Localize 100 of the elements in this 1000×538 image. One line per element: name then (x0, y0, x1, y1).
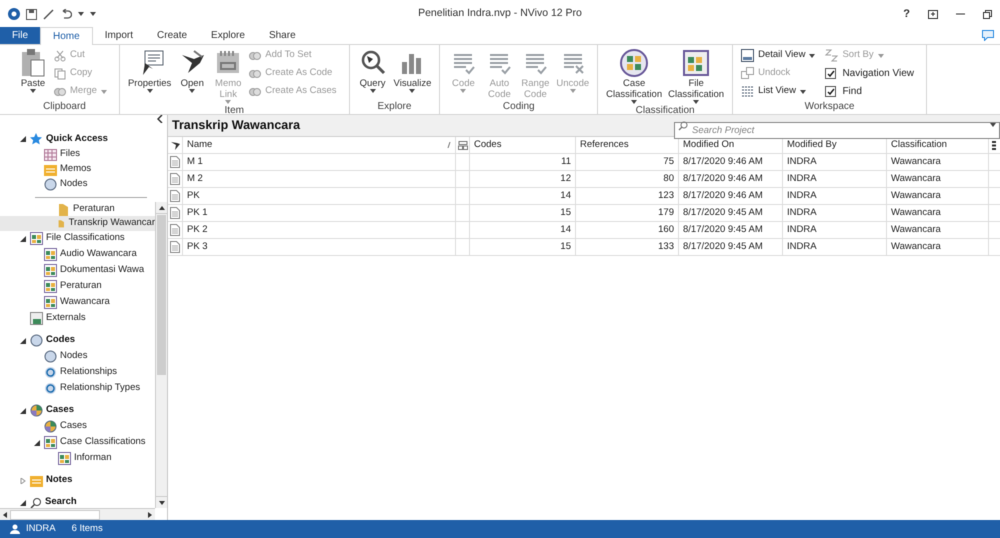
tree-item[interactable]: Relationships (60, 365, 118, 380)
ribbon-tab[interactable]: Share (256, 27, 308, 44)
scroll-down-icon[interactable] (158, 500, 164, 504)
ribbon-button[interactable]: List View (741, 84, 816, 99)
collapse-pane-icon[interactable] (157, 115, 163, 123)
ribbon-tab[interactable]: Import (92, 27, 146, 44)
table-row[interactable]: PK 14 123 8/17/2020 9:46 AM INDRA Wawancara (168, 188, 1000, 205)
table-cell: 14 (470, 222, 576, 238)
sort-indicator-icon (447, 142, 451, 148)
table-row[interactable]: PK 3 15 133 8/17/2020 9:45 AM INDRA Wawancara (168, 239, 1000, 256)
table-cell: INDRA (783, 154, 887, 170)
caret-icon (570, 89, 576, 93)
ribbon-button[interactable]: Paste (18, 48, 48, 100)
collapse-icon[interactable] (20, 338, 26, 344)
content-title: Transkrip Wawancara (172, 117, 302, 134)
window-title: Penelitian Indra.nvp - NVivo 12 Pro (417, 6, 583, 22)
column-header[interactable]: Classification (887, 137, 989, 153)
table-cell: Wawancara (887, 222, 989, 238)
column-header[interactable]: Modified On (679, 137, 783, 153)
ribbon-button[interactable]: Detail View (741, 48, 816, 63)
tree-item[interactable]: Cases (46, 403, 74, 418)
collapse-icon[interactable] (20, 236, 26, 242)
column-header[interactable]: Name (183, 137, 456, 153)
horizontal-scrollbar[interactable] (0, 508, 155, 520)
column-chooser-icon[interactable] (992, 140, 996, 150)
tree-item[interactable]: Search (45, 495, 77, 508)
ribbon-button[interactable]: Properties (128, 48, 172, 104)
comment-icon[interactable] (982, 30, 994, 41)
caret-icon (409, 89, 416, 93)
tree-item[interactable]: Memos (60, 162, 92, 177)
check-icon (826, 88, 835, 96)
tree-item[interactable]: Nodes (60, 349, 88, 364)
grid-icon (44, 280, 57, 293)
minimize-icon[interactable] (956, 13, 965, 15)
externals-icon (30, 312, 43, 325)
collapse-icon[interactable] (20, 500, 26, 506)
tree-item[interactable]: File Classifications (46, 231, 125, 246)
ribbon-tab[interactable]: Home (40, 27, 93, 45)
table-cell: 8/17/2020 9:45 AM (679, 239, 783, 255)
checkbox[interactable] (825, 86, 836, 97)
tree-item[interactable]: Nodes (60, 177, 88, 192)
caret-icon (370, 89, 376, 93)
tree-item[interactable]: Quick Access (46, 132, 108, 146)
tree-row[interactable]: Transkrip Wawancar (0, 216, 155, 230)
table-row[interactable]: M 2 12 80 8/17/2020 9:46 AM INDRA Wawancara (168, 171, 1000, 188)
tree-item[interactable]: Peraturan (60, 279, 102, 294)
table-row[interactable]: M 1 11 75 8/17/2020 9:46 AM INDRA Wawancara (168, 154, 1000, 171)
ribbon-button[interactable]: Case Classification (606, 48, 662, 104)
ribbon-display-icon[interactable] (928, 10, 938, 18)
tree-item[interactable]: Informan (74, 451, 112, 466)
scrollbar[interactable] (155, 202, 167, 508)
checkbox-option[interactable]: Navigation View (825, 66, 914, 81)
ribbon-tab[interactable]: Explore (199, 27, 257, 44)
tree-item[interactable]: Dokumentasi Wawa (60, 263, 144, 278)
check-icon (826, 70, 835, 78)
tree-item[interactable]: Notes (46, 473, 72, 488)
expand-icon[interactable] (20, 478, 26, 484)
tree-item[interactable]: Codes (46, 333, 76, 348)
ribbon-button[interactable]: File Classification (668, 48, 724, 104)
ribbon-button[interactable]: Visualize (394, 48, 432, 100)
collapse-icon[interactable] (20, 136, 26, 142)
grid-icon (44, 248, 57, 261)
table-cell: 75 (576, 154, 679, 170)
collapse-icon[interactable] (20, 408, 26, 414)
checkbox-option[interactable]: Find (825, 84, 914, 99)
column-header[interactable]: Modified By (783, 137, 887, 153)
restore-icon[interactable] (983, 10, 992, 18)
grid-icon (58, 452, 71, 465)
tree-item[interactable]: Peraturan (73, 202, 115, 216)
checkbox[interactable] (825, 68, 836, 79)
tree-item[interactable]: Cases (60, 419, 87, 434)
caret-icon (800, 90, 806, 94)
table-cell: INDRA (783, 222, 887, 238)
help-button[interactable]: ? (903, 6, 910, 22)
caret-icon (990, 123, 996, 127)
table-row[interactable]: PK 2 14 160 8/17/2020 9:45 AM INDRA Wawancara (168, 222, 1000, 239)
pen-icon[interactable] (43, 8, 54, 20)
tree-item[interactable]: Externals (46, 311, 86, 326)
ribbon-button[interactable]: Query (358, 48, 388, 100)
table-cell: 8/17/2020 9:46 AM (679, 171, 783, 187)
tree-item[interactable]: Wawancara (60, 295, 110, 310)
collapse-icon[interactable] (34, 440, 40, 446)
tree-row[interactable]: Peraturan (0, 202, 155, 216)
table-row[interactable]: PK 1 15 179 8/17/2020 9:45 AM INDRA Wawancara (168, 205, 1000, 222)
ribbon-tab[interactable]: Create (145, 27, 200, 44)
copy-icon (54, 68, 66, 80)
column-header[interactable]: Codes (470, 137, 576, 153)
caret-icon (100, 90, 107, 94)
save-icon[interactable] (26, 8, 37, 20)
tree-item[interactable]: Files (60, 147, 80, 162)
ribbon-button[interactable]: Open (177, 48, 208, 104)
tree-item[interactable]: Relationship Types (60, 381, 140, 396)
search-field[interactable]: Search Project (674, 122, 1000, 139)
file-tab[interactable]: File (0, 27, 40, 44)
column-header[interactable]: References (576, 137, 679, 153)
scroll-up-icon[interactable] (158, 206, 164, 210)
tree-item[interactable]: Transkrip Wawancar (68, 216, 155, 230)
undo-icon[interactable] (60, 8, 72, 20)
tree-item[interactable]: Case Classifications (60, 435, 146, 450)
tree-item[interactable]: Audio Wawancara (60, 247, 137, 262)
